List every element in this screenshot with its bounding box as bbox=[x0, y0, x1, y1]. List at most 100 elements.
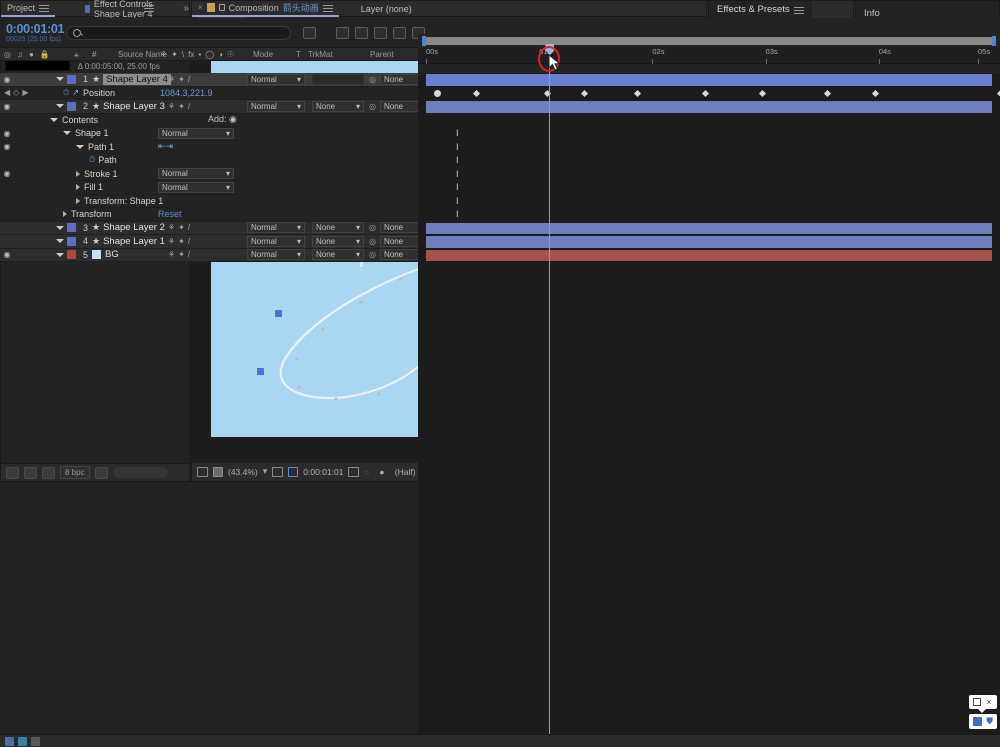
close-icon[interactable]: × bbox=[198, 3, 203, 12]
chevron-down-icon[interactable]: ▾ bbox=[356, 102, 360, 111]
add-icon[interactable]: ◉ bbox=[229, 114, 237, 124]
layer-color-swatch[interactable] bbox=[67, 237, 76, 246]
visibility-toggle-icon[interactable]: ◉ bbox=[0, 102, 14, 111]
group-mode-dropdown[interactable]: Normal▾ bbox=[158, 128, 234, 139]
layer-expand-icon[interactable] bbox=[56, 77, 64, 81]
chevron-down-icon[interactable]: ▾ bbox=[226, 129, 230, 138]
path-direction-icons[interactable]: ⇤⇥ bbox=[158, 141, 173, 152]
close-icon[interactable]: × bbox=[986, 697, 991, 707]
keyframe-marker[interactable] bbox=[997, 89, 1000, 96]
tab-effects-presets[interactable]: Effects & Presets bbox=[709, 1, 812, 19]
chevron-down-icon[interactable]: ▾ bbox=[297, 75, 301, 84]
quality-icon[interactable]: / bbox=[188, 223, 190, 232]
timeline-property-row[interactable]: ContentsAdd: ◉ bbox=[0, 114, 418, 128]
keyframe-marker[interactable] bbox=[759, 89, 766, 96]
keyframe-marker[interactable] bbox=[634, 89, 641, 96]
keyframe-marker[interactable] bbox=[473, 89, 480, 96]
timeline-property-row[interactable]: ⏱Path bbox=[0, 154, 418, 168]
keyframe-marker[interactable] bbox=[872, 89, 879, 96]
graph-editor-toggle-icon[interactable]: ↗ bbox=[72, 88, 79, 97]
keyframe-navigator[interactable]: ◀◇▶ bbox=[4, 88, 28, 97]
shy-icon[interactable]: ⚘ bbox=[168, 75, 175, 84]
quality-icon[interactable]: / bbox=[188, 102, 190, 111]
group-mode-dropdown[interactable]: Normal▾ bbox=[158, 168, 234, 179]
layer-mode-dropdown[interactable]: Normal▾ bbox=[247, 101, 305, 112]
layer-duration-bar[interactable] bbox=[426, 223, 992, 235]
group-expand-icon[interactable] bbox=[76, 145, 84, 149]
layer-mode-dropdown[interactable]: Normal▾ bbox=[247, 222, 305, 233]
visibility-toggle-icon[interactable]: ◉ bbox=[0, 250, 14, 259]
layer-expand-icon[interactable] bbox=[56, 104, 64, 108]
stopwatch-icon[interactable]: ⏱ bbox=[63, 88, 69, 98]
tab-effect-controls[interactable]: Effect Controls Shape Layer 4 bbox=[79, 1, 173, 17]
group-expand-icon[interactable] bbox=[50, 118, 58, 122]
audio-column-icon[interactable]: ♫ bbox=[17, 50, 23, 59]
index-column-header[interactable]: # bbox=[92, 50, 96, 59]
shy-icon[interactable]: ⚘ bbox=[168, 102, 175, 111]
tab-composition[interactable]: × Composition 箭头动画 bbox=[192, 1, 339, 17]
add-property-control[interactable]: Add: ◉ bbox=[208, 114, 237, 125]
time-ruler-bar[interactable] bbox=[426, 37, 992, 45]
parent-pick-whip-icon[interactable]: ◎ bbox=[369, 250, 376, 259]
collapse-icon[interactable]: ✦ bbox=[178, 237, 185, 246]
t-column-header[interactable]: T bbox=[296, 50, 301, 59]
shy-switch-icon[interactable]: ⚘ bbox=[160, 50, 167, 59]
keyframe-marker[interactable] bbox=[824, 89, 831, 96]
track-matte-dropdown[interactable]: None▾ bbox=[312, 249, 364, 260]
group-expand-icon[interactable] bbox=[76, 171, 80, 177]
layer-duration-bar[interactable] bbox=[426, 101, 992, 113]
composition-mini-flowchart-icon[interactable] bbox=[303, 27, 316, 39]
track-matte-dropdown[interactable] bbox=[312, 74, 364, 85]
grid-icon[interactable] bbox=[973, 717, 982, 726]
shy-icon[interactable]: ⚘ bbox=[168, 223, 175, 232]
layer-expand-icon[interactable] bbox=[56, 239, 64, 243]
chevron-down-icon[interactable]: ▾ bbox=[297, 250, 301, 259]
layer-color-swatch[interactable] bbox=[67, 223, 76, 232]
frame-blending-icon[interactable] bbox=[374, 27, 387, 39]
parent-pick-whip-icon[interactable]: ◎ bbox=[369, 237, 376, 246]
hamburger-icon[interactable] bbox=[39, 4, 49, 12]
lock-icon[interactable]: ⛊ bbox=[986, 716, 993, 727]
timeline-property-row[interactable]: ◉Stroke 1Normal▾ bbox=[0, 168, 418, 182]
prev-keyframe-icon[interactable]: ◀ bbox=[4, 88, 10, 97]
chevron-down-icon[interactable]: ▾ bbox=[297, 237, 301, 246]
group-mode-dropdown[interactable]: Normal▾ bbox=[158, 182, 234, 193]
timeline-layer-row[interactable]: ◉5BG⚘✦/Normal▾None▾◎None▾ bbox=[0, 249, 418, 263]
hamburger-icon[interactable] bbox=[144, 4, 154, 12]
comp-family-icon[interactable] bbox=[18, 737, 27, 746]
layer-mode-dropdown[interactable]: Normal▾ bbox=[247, 249, 305, 260]
collapse-switch-icon[interactable]: ✦ bbox=[171, 50, 178, 59]
collapse-icon[interactable]: ✦ bbox=[178, 223, 185, 232]
effects-switch-icon[interactable]: fx bbox=[188, 50, 194, 59]
timeline-layer-row[interactable]: 4★Shape Layer 1⚘✦/Normal▾None▾◎None▾ bbox=[0, 235, 418, 249]
quality-icon[interactable]: / bbox=[188, 237, 190, 246]
parent-pick-whip-icon[interactable]: ◎ bbox=[369, 223, 376, 232]
collapse-icon[interactable]: ✦ bbox=[178, 75, 185, 84]
stopwatch-icon[interactable]: ⏱ bbox=[89, 155, 95, 165]
timeline-layer-row[interactable]: ◉2★Shape Layer 3⚘✦/Normal▾None▾◎None▾ bbox=[0, 100, 418, 114]
layer-expand-icon[interactable] bbox=[56, 226, 64, 230]
hide-shy-layers-icon[interactable] bbox=[355, 27, 368, 39]
window-icon[interactable] bbox=[973, 698, 981, 706]
forward-path-icon[interactable]: ⇥ bbox=[166, 141, 174, 151]
eye-column-icon[interactable]: ◎ bbox=[4, 50, 11, 59]
motion-blur-switch-icon[interactable]: ◯ bbox=[205, 50, 214, 59]
collapse-icon[interactable]: ✦ bbox=[178, 250, 185, 259]
timecode-display[interactable]: 0:00:01:01 00025 (25.00 fps) bbox=[0, 22, 62, 43]
time-ruler[interactable]: 00s01s02s03s04s05s bbox=[418, 34, 1000, 73]
visibility-toggle-icon[interactable]: ◉ bbox=[0, 142, 14, 151]
visibility-toggle-icon[interactable]: ◉ bbox=[0, 129, 14, 138]
tab-layer[interactable]: Layer (none) bbox=[355, 1, 418, 17]
timeline-property-row[interactable]: TransformReset bbox=[0, 208, 418, 222]
group-expand-icon[interactable] bbox=[76, 198, 80, 204]
hamburger-icon[interactable] bbox=[323, 4, 333, 12]
chevron-down-icon[interactable]: ▾ bbox=[297, 102, 301, 111]
frame-blend-switch-icon[interactable]: ▪ bbox=[198, 50, 201, 59]
timeline-property-row[interactable]: Fill 1Normal▾ bbox=[0, 181, 418, 195]
shy-icon[interactable]: ⚘ bbox=[168, 250, 175, 259]
toggle-switches-modes-icon[interactable] bbox=[5, 737, 14, 746]
motion-blur-icon[interactable] bbox=[393, 27, 406, 39]
tab-overflow-icon[interactable]: » bbox=[183, 3, 189, 14]
quality-icon[interactable]: / bbox=[188, 250, 190, 259]
quality-icon[interactable]: / bbox=[188, 75, 190, 84]
